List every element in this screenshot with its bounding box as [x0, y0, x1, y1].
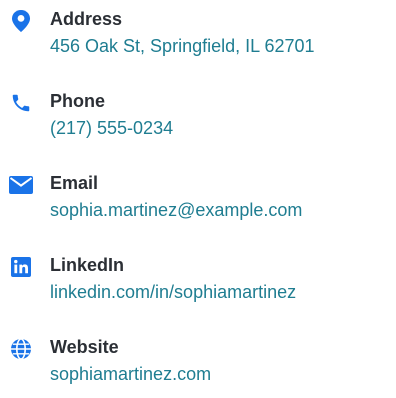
email-label: Email: [50, 173, 99, 193]
linkedin-value[interactable]: linkedin.com/in/sophiamartinez: [50, 281, 296, 303]
phone-icon: [9, 91, 33, 115]
phone-value: (217) 555-0234: [50, 118, 174, 138]
contact-list: Address 456 Oak St, Springfield, IL 6270…: [0, 0, 396, 389]
contact-item-phone: Phone (217) 555-0234: [0, 90, 396, 152]
contact-item-email: Email sophia.martinez@example.com: [0, 172, 396, 234]
email-value[interactable]: sophia.martinez@example.com: [50, 199, 302, 221]
linkedin-label: LinkedIn: [50, 255, 125, 275]
phone-label: Phone: [50, 91, 106, 111]
globe-icon: [9, 337, 33, 361]
envelope-icon: [9, 173, 33, 197]
map-pin-icon: [9, 9, 33, 33]
address-label: Address: [50, 9, 123, 29]
website-label: Website: [50, 337, 119, 357]
contact-item-address: Address 456 Oak St, Springfield, IL 6270…: [0, 8, 396, 70]
address-value: 456 Oak St, Springfield, IL 62701: [50, 36, 315, 56]
website-value[interactable]: sophiamartinez.com: [50, 363, 211, 385]
contact-item-linkedin: LinkedIn linkedin.com/in/sophiamartinez: [0, 254, 396, 316]
linkedin-icon: [9, 255, 33, 279]
